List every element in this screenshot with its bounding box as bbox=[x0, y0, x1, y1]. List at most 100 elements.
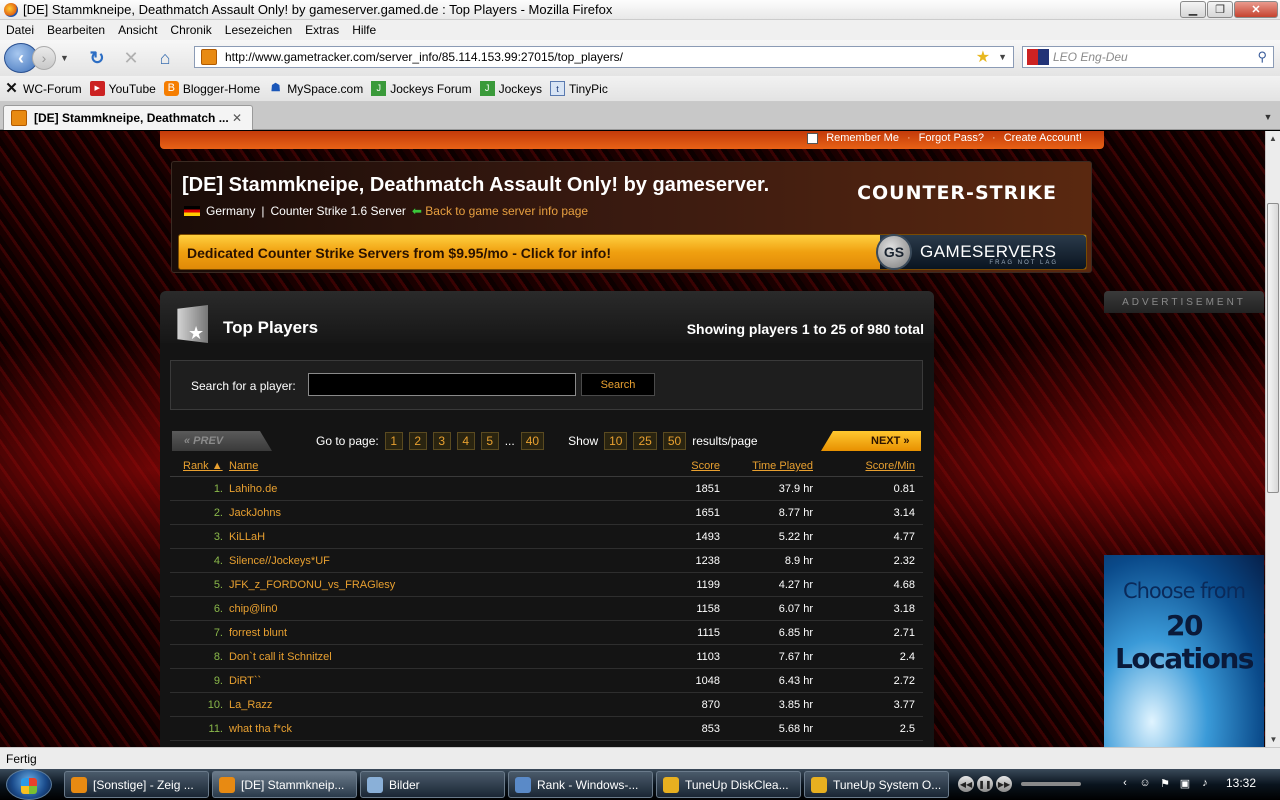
prev-button[interactable]: « PREV bbox=[172, 431, 272, 451]
close-button[interactable]: ✕ bbox=[1234, 1, 1278, 18]
address-bar[interactable]: http://www.gametracker.com/server_info/8… bbox=[194, 46, 1014, 68]
tray-arrow-icon[interactable]: ‹ bbox=[1118, 776, 1132, 790]
taskbar-item[interactable]: [DE] Stammkneip... bbox=[212, 771, 357, 798]
menu-bearbeiten[interactable]: Bearbeiten bbox=[47, 23, 105, 37]
home-button[interactable]: ⌂ bbox=[154, 47, 176, 69]
network-icon[interactable]: ▣ bbox=[1178, 776, 1192, 790]
player-name-link[interactable]: forrest blunt bbox=[229, 627, 287, 639]
remember-me-checkbox[interactable] bbox=[807, 132, 819, 144]
stop-button[interactable]: ✕ bbox=[120, 47, 142, 69]
page-link-4[interactable]: 4 bbox=[456, 432, 475, 450]
bookmark-myspace[interactable]: ☗ MySpace.com bbox=[268, 81, 363, 96]
player-name-link[interactable]: chip@lin0 bbox=[229, 603, 277, 615]
page-link-5[interactable]: 5 bbox=[480, 432, 499, 450]
player-name-link[interactable]: JackJohns bbox=[229, 507, 281, 519]
page-link-3[interactable]: 3 bbox=[432, 432, 451, 450]
player-name-link[interactable]: KiLLaH bbox=[229, 531, 265, 543]
taskbar-item[interactable]: Bilder bbox=[360, 771, 505, 798]
back-to-info-link[interactable]: ⬅ Back to game server info page bbox=[412, 204, 588, 218]
page-link-last[interactable]: 40 bbox=[520, 432, 545, 450]
media-prev-icon[interactable]: ◀◀ bbox=[958, 776, 974, 792]
messenger-icon[interactable]: ☺ bbox=[1138, 776, 1152, 790]
banner-text[interactable]: Dedicated Counter Strike Servers from $9… bbox=[187, 245, 611, 261]
reload-button[interactable]: ↻ bbox=[86, 47, 108, 69]
bookmark-youtube[interactable]: ▶ YouTube bbox=[89, 81, 156, 96]
tab-close-icon[interactable]: ✕ bbox=[232, 111, 246, 125]
rank-cell: 7. bbox=[213, 627, 223, 639]
player-name-link[interactable]: Lahiho.de bbox=[229, 483, 277, 495]
search-engine-icon[interactable] bbox=[1027, 49, 1049, 65]
per-page-25[interactable]: 25 bbox=[633, 432, 657, 450]
player-search-input[interactable] bbox=[308, 373, 576, 396]
search-placeholder[interactable]: LEO Eng-Deu bbox=[1053, 50, 1257, 64]
col-name[interactable]: Name bbox=[229, 460, 258, 472]
per-page-50[interactable]: 50 bbox=[662, 432, 687, 450]
bookmark-blogger-home[interactable]: B Blogger-Home bbox=[163, 81, 260, 96]
menu-datei[interactable]: Datei bbox=[6, 23, 34, 37]
url-text[interactable]: http://www.gametracker.com/server_info/8… bbox=[225, 50, 976, 64]
url-dropdown-icon[interactable]: ▼ bbox=[998, 52, 1007, 62]
start-button[interactable] bbox=[6, 769, 52, 800]
vertical-scrollbar[interactable]: ▲ ▼ bbox=[1265, 131, 1280, 747]
scroll-thumb[interactable] bbox=[1267, 203, 1279, 493]
rank-cell: 2. bbox=[213, 507, 223, 519]
tab-list-dropdown-icon[interactable]: ▼ bbox=[1259, 107, 1277, 127]
volume-slider[interactable] bbox=[1021, 782, 1081, 786]
page-link-1[interactable]: 1 bbox=[384, 432, 403, 450]
menu-chronik[interactable]: Chronik bbox=[170, 23, 211, 37]
bookmark-wc-forum[interactable]: ✕ WC-Forum bbox=[4, 81, 81, 96]
score-per-min-cell: 3.18 bbox=[893, 603, 915, 615]
minimize-button[interactable]: ▁ bbox=[1180, 1, 1206, 18]
bookmark-tinypic[interactable]: t TinyPic bbox=[549, 81, 608, 96]
antivirus-icon[interactable]: ⚑ bbox=[1158, 776, 1172, 790]
col-score[interactable]: Score bbox=[691, 460, 720, 472]
player-name-link[interactable]: Silence//Jockeys*UF bbox=[229, 555, 330, 567]
player-name-link[interactable]: JFK_z_FORDONU_vs_FRAGlesy bbox=[229, 579, 395, 591]
ad-banner[interactable]: Choose from 20 Locations bbox=[1104, 555, 1264, 747]
gameservers-banner[interactable]: Dedicated Counter Strike Servers from $9… bbox=[178, 234, 1087, 270]
bookmark-jockeys[interactable]: J Jockeys bbox=[479, 81, 542, 96]
forgot-pass-link[interactable]: Forgot Pass? bbox=[919, 132, 984, 144]
taskbar-item-label: Rank - Windows-... bbox=[537, 777, 639, 792]
score-per-min-cell: 4.68 bbox=[893, 579, 915, 591]
menu-extras[interactable]: Extras bbox=[305, 23, 339, 37]
search-icon[interactable]: ⚲ bbox=[1257, 49, 1267, 65]
col-score-per-min[interactable]: Score/Min bbox=[865, 460, 915, 472]
player-name-link[interactable]: Don`t call it Schnitzel bbox=[229, 651, 332, 663]
time-played-cell: 8.9 hr bbox=[784, 555, 813, 567]
window-titlebar[interactable]: [DE] Stammkneipe, Deathmatch Assault Onl… bbox=[0, 0, 1280, 20]
history-dropdown-icon[interactable]: ▼ bbox=[60, 53, 74, 63]
create-account-link[interactable]: Create Account! bbox=[1004, 132, 1082, 144]
bookmark-jockeys-forum[interactable]: J Jockeys Forum bbox=[371, 81, 472, 96]
player-name-link[interactable]: what tha f*ck bbox=[229, 723, 292, 735]
search-button[interactable]: Search bbox=[581, 373, 655, 396]
clock[interactable]: 13:32 bbox=[1226, 776, 1256, 790]
volume-icon[interactable]: ♪ bbox=[1198, 776, 1212, 790]
menu-lesezeichen[interactable]: Lesezeichen bbox=[225, 23, 292, 37]
col-time-played[interactable]: Time Played bbox=[752, 460, 813, 472]
col-rank[interactable]: Rank ▲ bbox=[183, 460, 223, 472]
tab-top-players[interactable]: [DE] Stammkneipe, Deathmatch ... ✕ bbox=[3, 105, 253, 130]
remember-me-label[interactable]: Remember Me bbox=[826, 132, 899, 144]
bookmark-label: TinyPic bbox=[568, 81, 608, 96]
menu-ansicht[interactable]: Ansicht bbox=[118, 23, 157, 37]
player-name-link[interactable]: DiRT`` bbox=[229, 675, 261, 687]
next-button[interactable]: NEXT » bbox=[821, 431, 921, 451]
player-name-link[interactable]: La_Razz bbox=[229, 699, 272, 711]
forward-button[interactable]: › bbox=[32, 46, 56, 70]
web-search-bar[interactable]: LEO Eng-Deu ⚲ bbox=[1022, 46, 1274, 68]
scroll-up-icon[interactable]: ▲ bbox=[1266, 131, 1280, 146]
bookmark-star-icon[interactable]: ★ bbox=[976, 47, 990, 67]
taskbar-item[interactable]: TuneUp System O... bbox=[804, 771, 949, 798]
taskbar-item[interactable]: [Sonstige] - Zeig ... bbox=[64, 771, 209, 798]
media-next-icon[interactable]: ▶▶ bbox=[996, 776, 1012, 792]
maximize-button[interactable]: ❐ bbox=[1207, 1, 1233, 18]
page-link-2[interactable]: 2 bbox=[408, 432, 427, 450]
menu-hilfe[interactable]: Hilfe bbox=[352, 23, 376, 37]
taskbar-item[interactable]: TuneUp DiskClea... bbox=[656, 771, 801, 798]
scroll-down-icon[interactable]: ▼ bbox=[1266, 732, 1280, 747]
media-pause-icon[interactable]: ❚❚ bbox=[977, 776, 993, 792]
taskbar-item[interactable]: Rank - Windows-... bbox=[508, 771, 653, 798]
gameservers-logo[interactable]: GS GAMESERVERS FRAG NOT LAG bbox=[876, 234, 1086, 270]
per-page-10[interactable]: 10 bbox=[604, 432, 628, 450]
